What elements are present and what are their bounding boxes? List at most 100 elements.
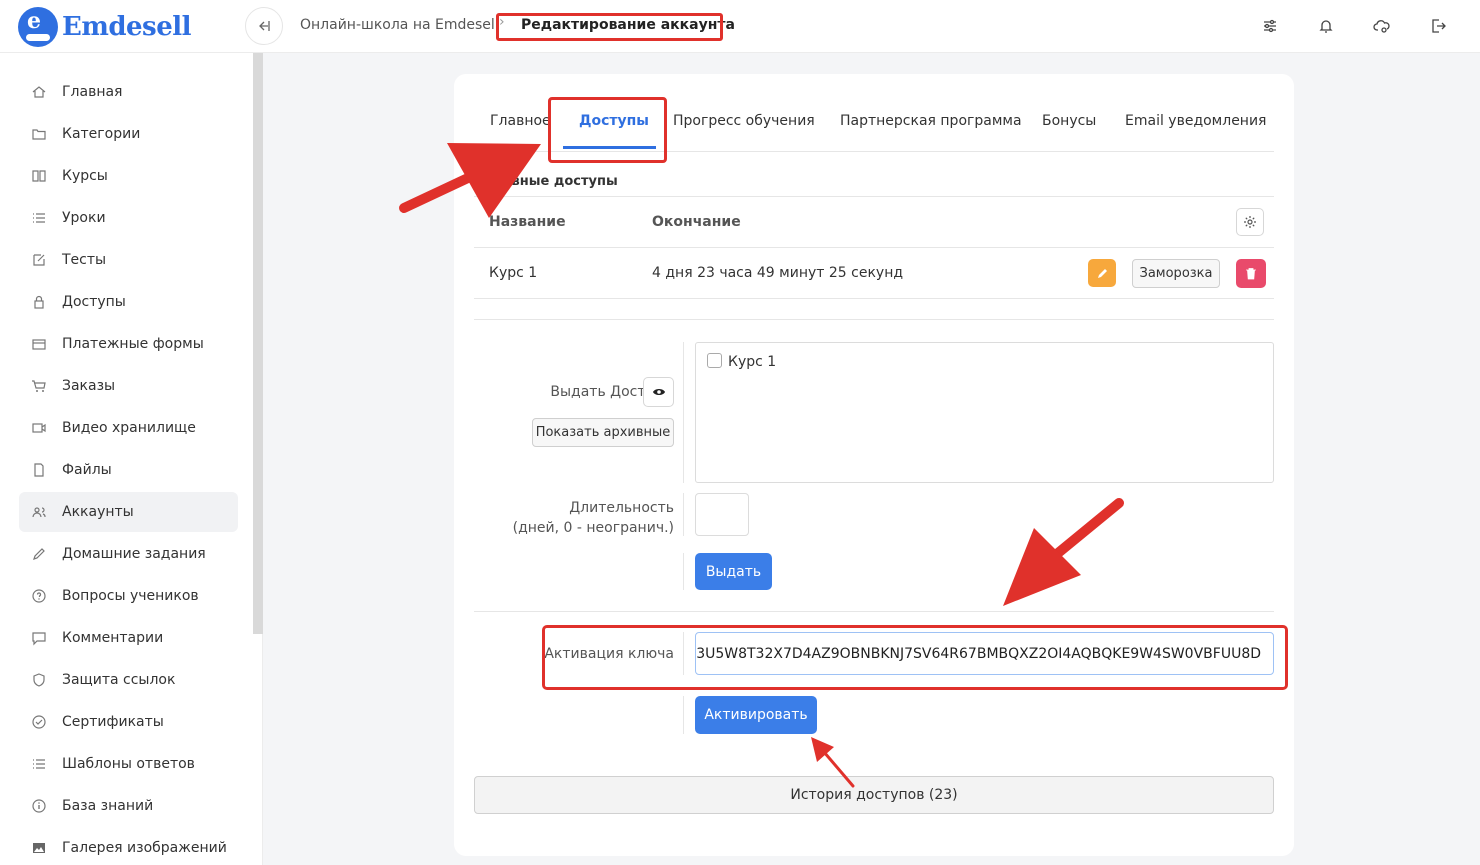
course-checkbox-label[interactable]: Курс 1 <box>728 354 776 370</box>
sidebar-item-label: База знаний <box>62 798 154 814</box>
sidebar-item-label: Платежные формы <box>62 336 204 352</box>
sidebar-item-label: Галерея изображений <box>62 840 227 856</box>
sidebar-item-label: Домашние задания <box>62 546 206 562</box>
tab-email[interactable]: Email уведомления <box>1125 113 1266 129</box>
bell-icon[interactable] <box>1314 14 1338 38</box>
column-header-end: Окончание <box>652 214 741 230</box>
course-select-box: Курс 1 <box>695 342 1274 483</box>
key-section-divider <box>474 611 1274 612</box>
active-accesses-title: Активные доступы <box>476 174 618 189</box>
table-settings-button[interactable] <box>1236 208 1264 236</box>
sidebar-scrollbar[interactable] <box>253 53 263 634</box>
logo-text: Emdesell <box>62 12 191 42</box>
sidebar-item-label: Комментарии <box>62 630 164 646</box>
sidebar-item-5[interactable]: Доступы <box>19 282 238 322</box>
collapse-sidebar-button[interactable] <box>245 7 283 45</box>
sidebar-item-11[interactable]: Домашние задания <box>19 534 238 574</box>
collapse-icon <box>259 21 270 31</box>
sidebar-item-13[interactable]: Комментарии <box>19 618 238 658</box>
comment-icon <box>31 630 47 646</box>
users-icon <box>31 504 47 520</box>
sidebar-item-12[interactable]: Вопросы учеников <box>19 576 238 616</box>
top-bar: e Emdesell Онлайн-школа на Emdesell › Ре… <box>0 0 1480 53</box>
sidebar-item-label: Уроки <box>62 210 106 226</box>
sidebar-item-0[interactable]: Главная <box>19 72 238 112</box>
course-checkbox[interactable] <box>707 353 722 368</box>
access-row-name: Курс 1 <box>489 265 538 281</box>
logout-icon[interactable] <box>1426 14 1450 38</box>
breadcrumb-root[interactable]: Онлайн-школа на Emdesell <box>300 17 499 33</box>
sidebar-item-6[interactable]: Платежные формы <box>19 324 238 364</box>
list-icon <box>31 210 47 226</box>
sidebar-item-17[interactable]: База знаний <box>19 786 238 826</box>
list-icon <box>31 756 47 772</box>
info-icon <box>31 798 47 814</box>
annotation-box-breadcrumb <box>496 13 723 41</box>
tab-progress[interactable]: Прогресс обучения <box>673 113 815 129</box>
table-bottom-line <box>474 298 1274 299</box>
pencil-icon <box>1097 268 1107 278</box>
lock-icon <box>31 294 47 310</box>
activate-key-button[interactable]: Активировать <box>695 696 817 734</box>
logo-icon: e <box>18 7 58 47</box>
edit-icon <box>31 252 47 268</box>
sidebar-item-label: Главная <box>62 84 123 100</box>
duration-label: Длительность <box>569 500 674 516</box>
sidebar-item-label: Файлы <box>62 462 112 478</box>
card-icon <box>31 336 47 352</box>
sidebar-item-15[interactable]: Сертификаты <box>19 702 238 742</box>
sidebar-item-4[interactable]: Тесты <box>19 240 238 280</box>
sidebar-item-label: Заказы <box>62 378 116 394</box>
sidebar-item-label: Шаблоны ответов <box>62 756 195 772</box>
tab-partner[interactable]: Партнерская программа <box>840 113 1022 129</box>
sidebar-item-1[interactable]: Категории <box>19 114 238 154</box>
pencil-icon <box>31 546 47 562</box>
edit-access-button[interactable] <box>1088 259 1116 287</box>
image-icon <box>31 840 47 856</box>
sidebar-item-18[interactable]: Галерея изображений <box>19 828 238 865</box>
cloud-gear-icon[interactable] <box>1370 14 1394 38</box>
access-history-button[interactable]: История доступов (23) <box>474 776 1274 814</box>
toggle-visibility-button[interactable] <box>643 377 674 407</box>
sidebar-item-16[interactable]: Шаблоны ответов <box>19 744 238 784</box>
tab-main[interactable]: Главное <box>490 113 551 129</box>
sidebar-item-8[interactable]: Видео хранилище <box>19 408 238 448</box>
duration-input[interactable] <box>695 493 749 536</box>
sidebar-item-label: Тесты <box>62 252 107 268</box>
show-archived-button[interactable]: Показать архивные <box>532 418 674 447</box>
eye-icon <box>652 389 665 395</box>
sidebar-item-label: Доступы <box>62 294 126 310</box>
sidebar-item-10[interactable]: Аккаунты <box>19 492 238 532</box>
sidebar-item-label: Сертификаты <box>62 714 164 730</box>
sidebar-item-2[interactable]: Курсы <box>19 156 238 196</box>
sidebar-item-label: Аккаунты <box>62 504 134 520</box>
trash-icon <box>1246 268 1256 280</box>
sidebar-item-label: Защита ссылок <box>62 672 176 688</box>
tab-bonuses[interactable]: Бонусы <box>1042 113 1096 129</box>
issue-divider <box>683 553 684 590</box>
delete-access-button[interactable] <box>1236 259 1266 288</box>
sidebar-item-9[interactable]: Файлы <box>19 450 238 490</box>
section-divider <box>474 319 1274 320</box>
gear-icon <box>1244 216 1256 228</box>
activate-divider <box>683 696 684 734</box>
sidebar-item-14[interactable]: Защита ссылок <box>19 660 238 700</box>
question-icon <box>31 588 47 604</box>
sidebar-item-label: Вопросы учеников <box>62 588 199 604</box>
duration-divider <box>683 493 684 536</box>
sidebar-item-7[interactable]: Заказы <box>19 366 238 406</box>
logo[interactable]: e Emdesell <box>18 7 191 47</box>
sliders-icon[interactable] <box>1258 14 1282 38</box>
shield-icon <box>31 672 47 688</box>
issue-access-button[interactable]: Выдать <box>695 553 772 590</box>
grant-divider <box>683 342 684 483</box>
book-icon <box>31 168 47 184</box>
folder-icon <box>31 126 47 142</box>
home-icon <box>31 84 47 100</box>
sidebar-item-3[interactable]: Уроки <box>19 198 238 238</box>
table-top-line <box>474 196 1274 197</box>
file-icon <box>31 462 47 478</box>
duration-hint: (дней, 0 - неогранич.) <box>512 520 674 536</box>
freeze-access-button[interactable]: Заморозка <box>1132 259 1220 288</box>
annotation-box-key <box>542 625 1288 690</box>
